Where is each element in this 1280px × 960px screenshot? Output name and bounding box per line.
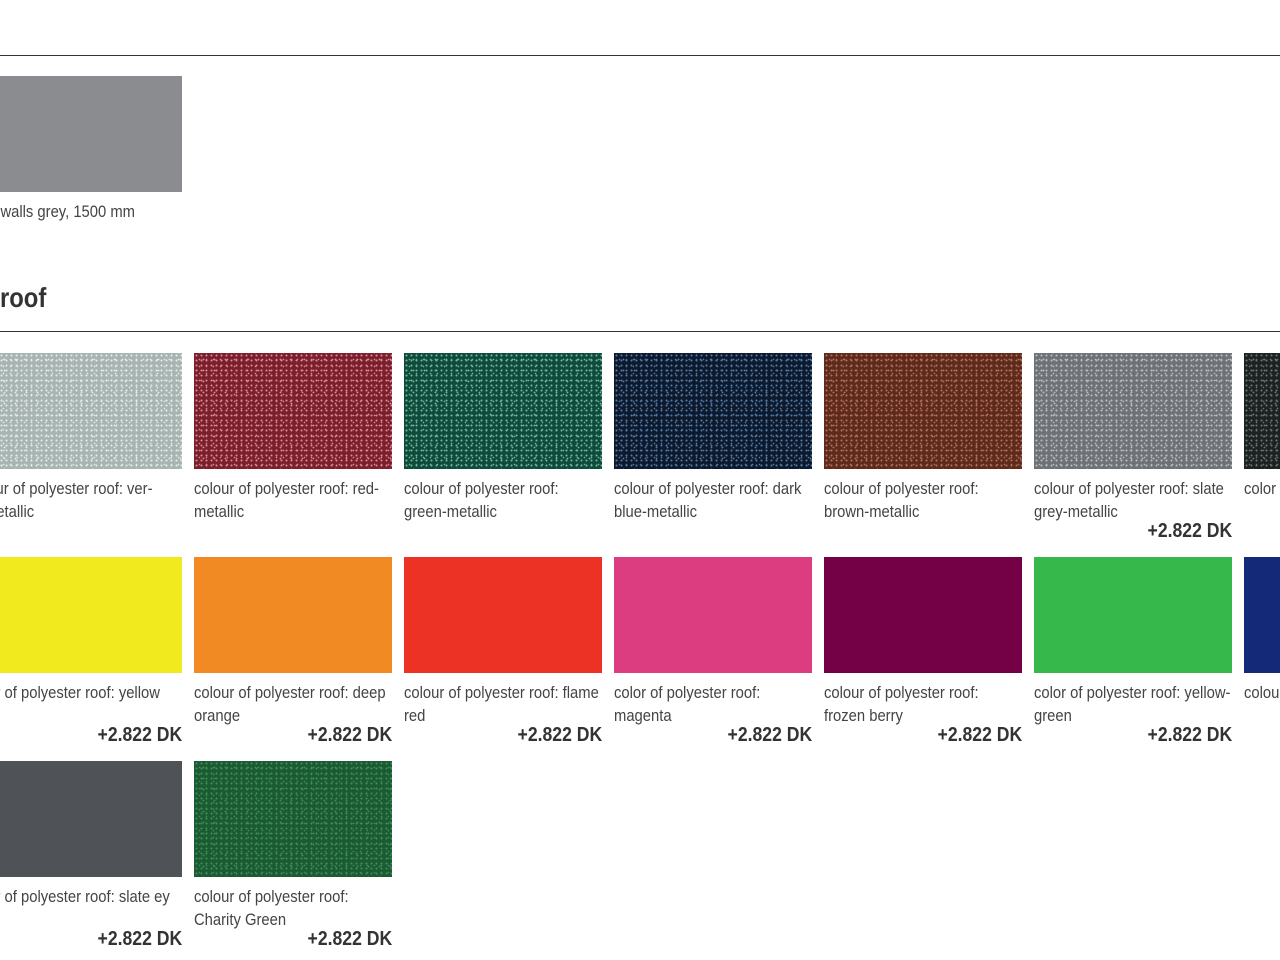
colour-option-label: colour of polyester roof: green-metallic xyxy=(404,479,559,521)
colour-swatch[interactable] xyxy=(194,761,392,877)
page: dewalls grey, 1500 mm roof lour of polye… xyxy=(0,0,1280,960)
colour-swatch[interactable] xyxy=(0,353,182,469)
colour-swatch[interactable] xyxy=(0,76,182,192)
section-title: roof xyxy=(0,282,47,313)
colour-swatch[interactable] xyxy=(1034,557,1232,673)
colour-option-card[interactable]: colou blue xyxy=(1244,557,1280,704)
colour-option-label: colour of polyester roof: brown-metallic xyxy=(824,479,979,521)
colour-swatch[interactable] xyxy=(1244,557,1280,673)
colour-option-card[interactable]: dewalls grey, 1500 mm xyxy=(0,76,182,223)
colour-option-label: dewalls grey, 1500 mm xyxy=(0,202,135,221)
colour-option-label: colour of polyester roof: deep orange xyxy=(194,683,386,725)
colour-option-label: lor of polyester roof: yellow xyxy=(0,683,160,702)
colour-option-card[interactable]: colour of polyester roof: red-metallic xyxy=(194,353,392,523)
colour-option-card[interactable]: colour of polyester roof: brown-metallic xyxy=(824,353,1022,523)
colour-option-card[interactable]: colour of polyester roof: Charity Green +… xyxy=(194,761,392,950)
colour-option-label: color of polyester roof: yellow-green xyxy=(1034,683,1231,725)
colour-option-label: colour of polyester roof: frozen berry xyxy=(824,683,979,725)
colour-option-label: color anthr xyxy=(1244,479,1280,498)
price-surcharge: +2.822 DK xyxy=(1147,520,1232,542)
colour-option-label: lour of polyester roof: ver-metallic xyxy=(0,479,153,521)
colour-option-label: colour of polyester roof: flame red xyxy=(404,683,599,725)
colour-swatch[interactable] xyxy=(404,353,602,469)
section-divider xyxy=(0,331,1280,332)
colour-swatch[interactable] xyxy=(614,353,812,469)
colour-swatch[interactable] xyxy=(1244,353,1280,469)
colour-option-card[interactable]: lor of polyester roof: slate ey +2.822 DK xyxy=(0,761,182,950)
colour-option-card[interactable]: colour of polyester roof: frozen berry +2… xyxy=(824,557,1022,746)
colour-option-card[interactable]: color of polyester roof: magenta +2.822 D… xyxy=(614,557,812,746)
price-surcharge: +2.822 DK xyxy=(937,724,1022,746)
colour-swatch[interactable] xyxy=(0,761,182,877)
colour-option-label: colou blue xyxy=(1244,683,1280,702)
colour-option-card[interactable]: lor of polyester roof: yellow +2.822 DK xyxy=(0,557,182,746)
colour-swatch[interactable] xyxy=(0,557,182,673)
colour-option-card[interactable]: colour of polyester roof: flame red +2.82… xyxy=(404,557,602,746)
colour-option-card[interactable]: lour of polyester roof: ver-metallic xyxy=(0,353,182,523)
price-surcharge: +2.822 DK xyxy=(307,724,392,746)
price-surcharge: +2.822 DK xyxy=(727,724,812,746)
colour-option-card[interactable]: colour of polyester roof: dark blue-meta… xyxy=(614,353,812,523)
colour-option-label: colour of polyester roof: dark blue-meta… xyxy=(614,479,802,521)
colour-swatch[interactable] xyxy=(824,353,1022,469)
colour-option-label: colour of polyester roof: red-metallic xyxy=(194,479,379,521)
colour-option-label: colour of polyester roof: Charity Green xyxy=(194,887,349,929)
colour-swatch[interactable] xyxy=(194,557,392,673)
colour-swatch[interactable] xyxy=(1034,353,1232,469)
price-surcharge: +2.822 DK xyxy=(307,928,392,950)
colour-swatch[interactable] xyxy=(194,353,392,469)
price-surcharge: +2.822 DK xyxy=(97,724,182,746)
colour-option-card[interactable]: color anthr xyxy=(1244,353,1280,500)
price-surcharge: +2.822 DK xyxy=(517,724,602,746)
colour-swatch[interactable] xyxy=(404,557,602,673)
colour-option-label: colour of polyester roof: slate grey-met… xyxy=(1034,479,1224,521)
colour-option-card[interactable]: colour of polyester roof: slate grey-met… xyxy=(1034,353,1232,542)
price-surcharge: +2.822 DK xyxy=(97,928,182,950)
top-divider xyxy=(0,55,1280,56)
price-surcharge: +2.822 DK xyxy=(1147,724,1232,746)
colour-swatch[interactable] xyxy=(824,557,1022,673)
colour-option-card[interactable]: colour of polyester roof: deep orange +2.… xyxy=(194,557,392,746)
colour-option-card[interactable]: color of polyester roof: yellow-green +2.… xyxy=(1034,557,1232,746)
colour-swatch[interactable] xyxy=(614,557,812,673)
colour-option-label: color of polyester roof: magenta xyxy=(614,683,761,725)
colour-option-label: lor of polyester roof: slate ey xyxy=(0,887,170,906)
colour-option-card[interactable]: colour of polyester roof: green-metallic xyxy=(404,353,602,523)
